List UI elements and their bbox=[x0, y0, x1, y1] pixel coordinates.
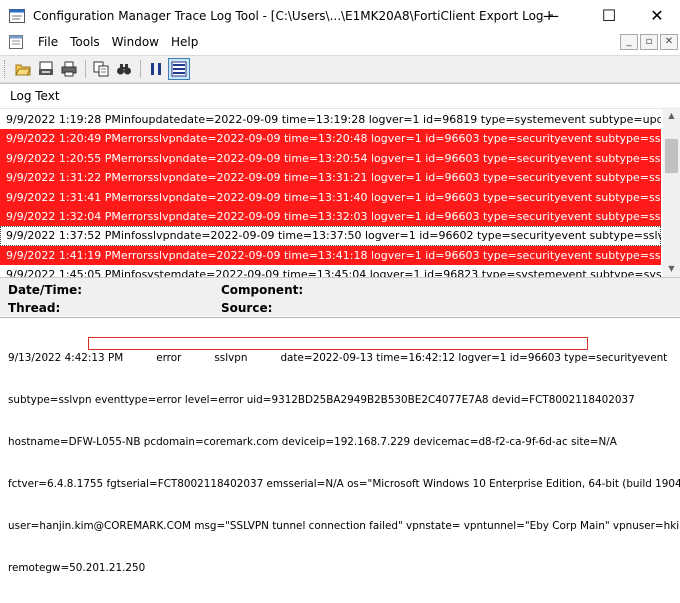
message-line: hostname=DFW-L055-NB pcdomain=coremark.c… bbox=[8, 436, 617, 448]
log-row[interactable]: 9/9/2022 1:31:22 PMerrorsslvpndate=2022-… bbox=[0, 168, 661, 188]
message-line: fctver=6.4.8.1755 fgtserial=FCT800211840… bbox=[8, 478, 680, 490]
open-icon bbox=[15, 64, 31, 76]
message-line: subtype=sslvpn eventtype=error level=err… bbox=[8, 394, 635, 406]
menu-bar: File Tools Window Help _ ▫ ✕ bbox=[0, 31, 680, 53]
minimize-button[interactable]: — bbox=[528, 0, 574, 31]
vertical-scrollbar[interactable]: ▲ ▼ bbox=[663, 107, 680, 277]
message-line: remotegw=50.201.21.250 bbox=[8, 562, 146, 574]
log-row[interactable]: 9/9/2022 1:20:49 PMerrorsslvpndate=2022-… bbox=[0, 129, 661, 149]
find-button[interactable] bbox=[113, 58, 135, 80]
scroll-up-arrow-icon[interactable]: ▲ bbox=[663, 107, 680, 124]
component-label: Component: bbox=[221, 283, 304, 297]
highlight-icon bbox=[171, 61, 187, 77]
close-button[interactable]: ✕ bbox=[634, 0, 680, 31]
pause-button[interactable] bbox=[145, 58, 167, 80]
datetime-label: Date/Time: bbox=[8, 283, 83, 297]
window-title: Configuration Manager Trace Log Tool - [… bbox=[33, 8, 553, 23]
pause-icon bbox=[151, 63, 161, 75]
mdi-close-button[interactable]: ✕ bbox=[660, 34, 678, 50]
title-bar: Configuration Manager Trace Log Tool - [… bbox=[0, 0, 680, 31]
log-row[interactable]: 9/9/2022 1:41:19 PMerrorsslvpndate=2022-… bbox=[0, 245, 661, 266]
log-row[interactable]: 9/9/2022 1:19:28 PMinfoupdatedate=2022-0… bbox=[0, 110, 661, 129]
mdi-minimize-button[interactable]: _ bbox=[620, 34, 638, 50]
log-row[interactable]: 9/9/2022 1:31:41 PMerrorsslvpndate=2022-… bbox=[0, 187, 661, 207]
menu-window[interactable]: Window bbox=[106, 35, 165, 49]
print-preview-icon bbox=[39, 61, 53, 75]
copy-button[interactable] bbox=[90, 58, 112, 80]
print-icon bbox=[61, 61, 77, 77]
detail-panel: Date/Time: Component: Thread: Source: bbox=[0, 277, 680, 316]
open-button[interactable] bbox=[12, 58, 34, 80]
toolbar-separator bbox=[85, 60, 86, 78]
message-line: user=hanjin.kim@COREMARK.COM msg="SSLVPN… bbox=[8, 520, 680, 532]
log-rows: 9/9/2022 1:19:28 PMinfoupdatedate=2022-0… bbox=[0, 110, 661, 285]
toolbar bbox=[0, 55, 680, 83]
log-list-panel: Log Text 9/9/2022 1:19:28 PMinfoupdateda… bbox=[0, 83, 680, 281]
toolbar-grip[interactable] bbox=[4, 60, 8, 78]
source-label: Source: bbox=[221, 301, 273, 315]
toolbar-separator bbox=[140, 60, 141, 78]
message-line: 9/13/2022 4:42:13 PM error sslvpn date=2… bbox=[8, 352, 668, 364]
app-icon bbox=[9, 8, 25, 23]
print-preview-button[interactable] bbox=[35, 58, 57, 80]
menu-tools[interactable]: Tools bbox=[64, 35, 106, 49]
mdi-restore-button[interactable]: ▫ bbox=[640, 34, 658, 50]
menu-help[interactable]: Help bbox=[165, 35, 204, 49]
document-icon bbox=[9, 35, 23, 49]
copy-icon bbox=[93, 61, 109, 77]
log-row[interactable]: 9/9/2022 1:32:04 PMerrorsslvpndate=2022-… bbox=[0, 206, 661, 227]
highlight-button[interactable] bbox=[168, 58, 190, 80]
thread-label: Thread: bbox=[8, 301, 61, 315]
mdi-controls: _ ▫ ✕ bbox=[618, 34, 678, 50]
find-icon bbox=[117, 64, 131, 75]
scroll-down-arrow-icon[interactable]: ▼ bbox=[663, 260, 680, 277]
message-text[interactable]: 9/13/2022 4:42:13 PM error sslvpn date=2… bbox=[8, 323, 680, 603]
error-highlight-box bbox=[88, 337, 588, 350]
log-row[interactable]: 9/9/2022 1:20:55 PMerrorsslvpndate=2022-… bbox=[0, 148, 661, 169]
scroll-thumb[interactable] bbox=[665, 139, 678, 173]
menu-file[interactable]: File bbox=[32, 35, 64, 49]
log-row[interactable]: 9/9/2022 1:37:52 PMinfosslvpndate=2022-0… bbox=[0, 226, 661, 246]
log-text-column-header[interactable]: Log Text bbox=[0, 84, 680, 109]
maximize-button[interactable]: ☐ bbox=[586, 0, 632, 31]
message-detail-box[interactable]: 9/13/2022 4:42:13 PM error sslvpn date=2… bbox=[0, 317, 680, 574]
print-button[interactable] bbox=[58, 58, 80, 80]
